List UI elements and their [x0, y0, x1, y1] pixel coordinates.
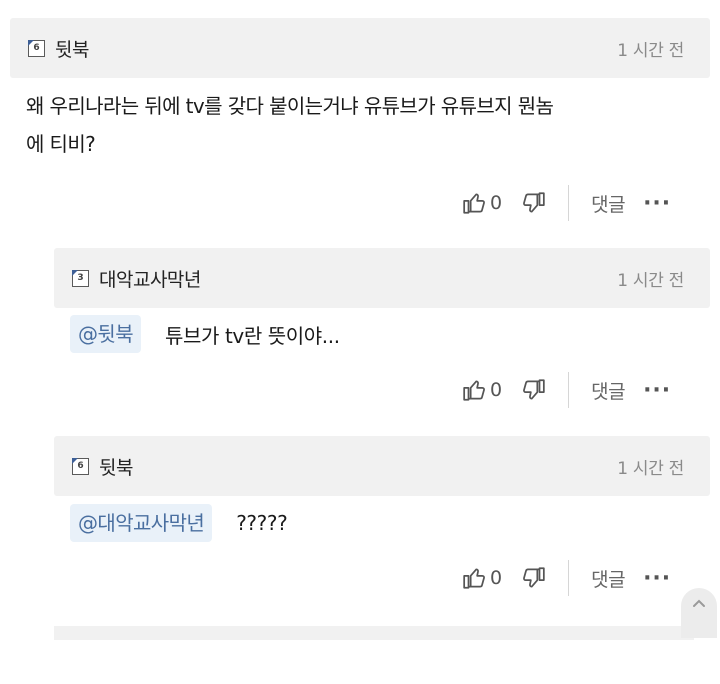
user-level-badge: 3 — [72, 269, 89, 287]
comment-body: 왜 우리나라는 뒤에 tv를 갖다 붙이는거냐 유튜브가 유튜브지 뭔놈 에 티… — [26, 87, 706, 163]
reply-header: 3 대악교사막년 1 시간 전 — [54, 248, 710, 308]
comment-text-line: 에 티비? — [26, 132, 96, 156]
thumbs-up-icon[interactable] — [462, 565, 488, 591]
mention-tag[interactable]: @뒷북 — [70, 315, 141, 353]
mention-tag[interactable]: @대악교사막년 — [70, 504, 213, 542]
timestamp: 1 시간 전 — [617, 458, 684, 479]
scroll-top-icon — [693, 599, 705, 607]
reply-body: @대악교사막년 ????? — [70, 504, 288, 542]
divider — [568, 560, 570, 596]
reply-text: ????? — [236, 511, 288, 535]
reply-body: @뒷북 튜브가 tv란 뜻이야... — [70, 315, 340, 353]
more-icon[interactable]: ··· — [643, 566, 671, 591]
comment-header: 6 뒷북 1 시간 전 — [10, 18, 710, 78]
username[interactable]: 대악교사막년 — [99, 265, 201, 292]
like-count: 0 — [490, 567, 503, 589]
comment-actions: 0 댓글 ··· — [462, 558, 671, 598]
more-icon[interactable]: ··· — [643, 191, 671, 216]
thumbs-down-icon[interactable] — [520, 565, 546, 591]
timestamp: 1 시간 전 — [617, 40, 684, 61]
reply-button[interactable]: 댓글 — [591, 565, 625, 592]
divider — [568, 185, 570, 221]
user-level-badge: 6 — [72, 457, 89, 475]
thumbs-up-icon[interactable] — [462, 190, 488, 216]
username[interactable]: 뒷북 — [99, 453, 133, 480]
comment-actions: 0 댓글 ··· — [462, 370, 671, 410]
scroll-top-button[interactable] — [681, 588, 717, 638]
thumbs-down-icon[interactable] — [520, 377, 546, 403]
comment-thread: 6 뒷북 1 시간 전 왜 우리나라는 뒤에 tv를 갖다 붙이는거냐 유튜브가… — [0, 0, 720, 684]
reply-header: 6 뒷북 1 시간 전 — [54, 436, 710, 496]
next-reply-header — [54, 626, 694, 640]
thumbs-up-icon[interactable] — [462, 377, 488, 403]
reply-text: 튜브가 tv란 뜻이야... — [165, 323, 340, 348]
comment-actions: 0 댓글 ··· — [462, 183, 671, 223]
reply-button[interactable]: 댓글 — [591, 377, 625, 404]
thumbs-down-icon[interactable] — [520, 190, 546, 216]
timestamp: 1 시간 전 — [617, 270, 684, 291]
like-count: 0 — [490, 192, 503, 214]
user-level-badge: 6 — [28, 39, 45, 57]
more-icon[interactable]: ··· — [643, 378, 671, 403]
username[interactable]: 뒷북 — [55, 35, 89, 62]
comment-text-line: 왜 우리나라는 뒤에 tv를 갖다 붙이는거냐 유튜브가 유튜브지 뭔놈 — [26, 94, 554, 118]
divider — [568, 372, 570, 408]
like-count: 0 — [490, 379, 503, 401]
reply-button[interactable]: 댓글 — [591, 190, 625, 217]
